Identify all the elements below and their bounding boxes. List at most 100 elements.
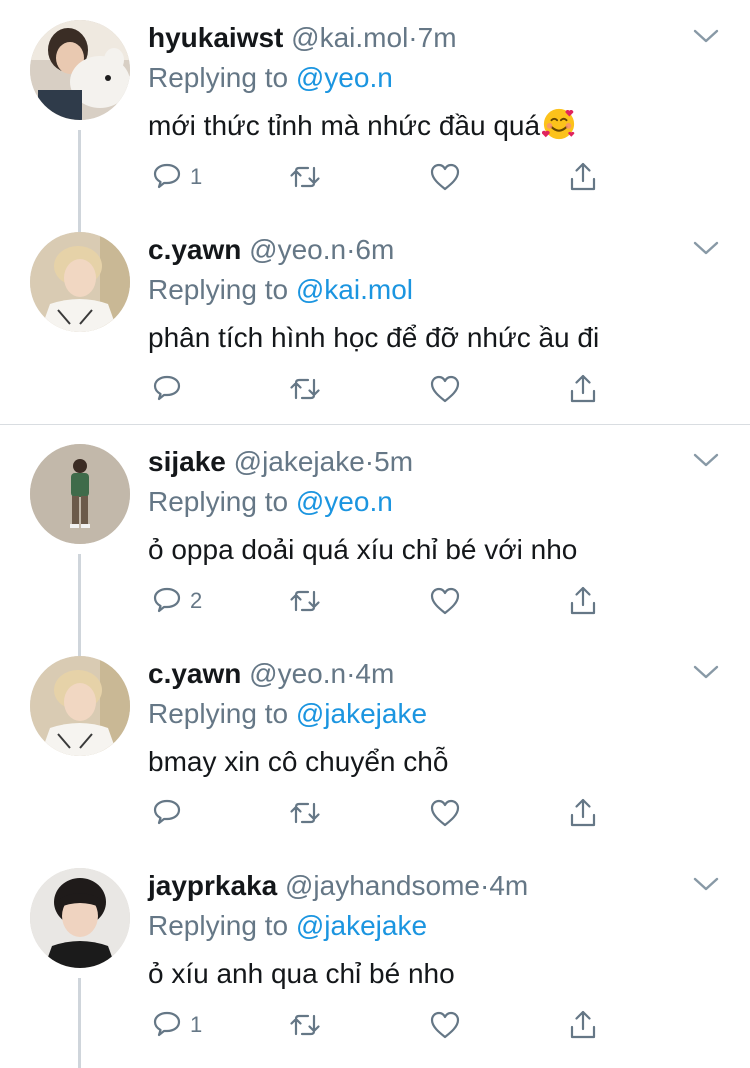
user-handle[interactable]: @kai.mol	[291, 22, 408, 53]
share-button[interactable]	[566, 581, 600, 621]
avatar-image	[30, 444, 130, 544]
timestamp[interactable]: 6m	[355, 234, 394, 265]
user-handle[interactable]: @jayhandsome	[285, 870, 480, 901]
tweet[interactable]: c.yawn @yeo.n·4m Replying to @jakejake b…	[0, 636, 750, 848]
reply-button[interactable]: 1	[150, 157, 202, 197]
user-handle[interactable]: @jakejake	[234, 446, 365, 477]
replying-to-label: Replying to	[148, 910, 289, 941]
heart-icon	[430, 1011, 460, 1039]
retweet-icon	[290, 590, 320, 612]
reply-count: 2	[190, 588, 203, 613]
reply-button[interactable]	[150, 369, 190, 409]
retweet-button[interactable]	[288, 793, 322, 833]
timestamp[interactable]: 7m	[418, 22, 457, 53]
display-name[interactable]: sijake	[148, 446, 226, 477]
tweet-text-content: phân tích hình học để đỡ nhức ầu đi	[148, 322, 600, 353]
retweet-icon	[290, 166, 320, 188]
tweet-actions	[150, 793, 610, 833]
like-button[interactable]	[428, 581, 462, 621]
tweet[interactable]: hyukaiwst @kai.mol·7m Replying to @yeo.n…	[0, 0, 750, 212]
chevron-down-icon[interactable]	[692, 450, 720, 470]
like-button[interactable]	[428, 793, 462, 833]
replying-to: Replying to @jakejake	[148, 906, 427, 946]
reply-button[interactable]: 2	[150, 581, 202, 621]
reply-icon	[153, 1011, 181, 1037]
retweet-button[interactable]	[288, 1005, 322, 1045]
share-button[interactable]	[566, 1005, 600, 1045]
timestamp[interactable]: 4m	[489, 870, 528, 901]
tweet[interactable]: sijake @jakejake·5m Replying to @yeo.n ỏ…	[0, 424, 750, 636]
heart-icon	[430, 799, 460, 827]
avatar-image	[30, 868, 130, 968]
avatar[interactable]	[30, 444, 130, 544]
reply-count: 1	[190, 164, 203, 189]
share-button[interactable]	[566, 369, 600, 409]
display-name[interactable]: c.yawn	[148, 658, 241, 689]
display-name[interactable]: hyukaiwst	[148, 22, 283, 53]
retweet-icon	[290, 378, 320, 400]
reply-icon	[153, 587, 181, 613]
avatar-image	[30, 656, 130, 756]
retweet-icon	[290, 802, 320, 824]
avatar[interactable]	[30, 232, 130, 332]
replying-to: Replying to @yeo.n	[148, 482, 393, 522]
heart-icon	[430, 375, 460, 403]
tweet-actions: 2	[150, 581, 610, 621]
avatar[interactable]	[30, 20, 130, 120]
tweet[interactable]: jayprkaka @jayhandsome·4m Replying to @j…	[0, 848, 750, 1060]
replying-to: Replying to @kai.mol	[148, 270, 413, 310]
tweet-actions: 1	[150, 1005, 610, 1045]
user-handle[interactable]: @yeo.n	[249, 234, 346, 265]
replying-to-link[interactable]: @jakejake	[296, 698, 427, 729]
heart-icon	[430, 163, 460, 191]
tweet-text: phân tích hình học để đỡ nhức ầu đi	[148, 318, 599, 358]
chevron-down-icon[interactable]	[692, 874, 720, 894]
chevron-down-icon[interactable]	[692, 26, 720, 46]
replying-to-label: Replying to	[148, 62, 289, 93]
share-button[interactable]	[566, 157, 600, 197]
retweet-button[interactable]	[288, 369, 322, 409]
reply-button[interactable]: 1	[150, 1005, 202, 1045]
separator-dot: ·	[408, 22, 418, 53]
tweet-text-content: ỏ oppa doải quá xíu chỉ bé với nho	[148, 534, 578, 565]
user-handle[interactable]: @yeo.n	[249, 658, 346, 689]
like-button[interactable]	[428, 369, 462, 409]
chevron-down-icon[interactable]	[692, 662, 720, 682]
replying-to-link[interactable]: @jakejake	[296, 910, 427, 941]
reply-thread: hyukaiwst @kai.mol·7m Replying to @yeo.n…	[0, 0, 750, 1068]
tweet[interactable]: c.yawn @yeo.n·6m Replying to @kai.mol ph…	[0, 212, 750, 425]
share-button[interactable]	[566, 793, 600, 833]
display-name[interactable]: c.yawn	[148, 234, 241, 265]
like-button[interactable]	[428, 157, 462, 197]
tweet-text-content: bmay xin cô chuyển chỗ	[148, 746, 449, 777]
tweet-header: c.yawn @yeo.n·6m	[148, 232, 394, 268]
reply-button[interactable]	[150, 793, 190, 833]
like-button[interactable]	[428, 1005, 462, 1045]
avatar[interactable]	[30, 656, 130, 756]
tweet-text: mới thức tỉnh mà nhức đầu quá	[148, 106, 576, 146]
separator-dot: ·	[364, 446, 375, 477]
avatar[interactable]	[30, 868, 130, 968]
replying-to-link[interactable]: @kai.mol	[296, 274, 413, 305]
replying-to: Replying to @yeo.n	[148, 58, 393, 98]
chevron-down-icon[interactable]	[692, 238, 720, 258]
reply-icon	[153, 799, 181, 825]
tweet-header: hyukaiwst @kai.mol·7m	[148, 20, 457, 56]
retweet-button[interactable]	[288, 581, 322, 621]
share-icon	[570, 162, 596, 191]
timestamp[interactable]: 5m	[374, 446, 413, 477]
tweet-text-content: ỏ xíu anh qua chỉ bé nho	[148, 958, 455, 989]
replying-to-link[interactable]: @yeo.n	[296, 62, 393, 93]
replying-to-link[interactable]: @yeo.n	[296, 486, 393, 517]
tweet-header: sijake @jakejake·5m	[148, 444, 413, 480]
display-name[interactable]: jayprkaka	[148, 870, 277, 901]
reply-icon	[153, 163, 181, 189]
avatar-image	[30, 20, 130, 120]
retweet-button[interactable]	[288, 157, 322, 197]
tweet-text: bmay xin cô chuyển chỗ	[148, 742, 448, 782]
tweet-actions	[150, 369, 610, 409]
replying-to-label: Replying to	[148, 698, 289, 729]
replying-to: Replying to @jakejake	[148, 694, 427, 734]
heart-icon	[430, 587, 460, 615]
timestamp[interactable]: 4m	[355, 658, 394, 689]
